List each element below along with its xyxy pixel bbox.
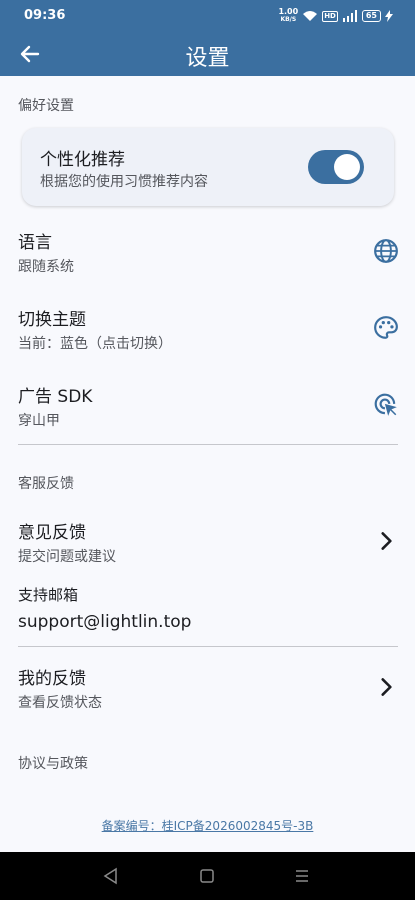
page-title: 设置 [185, 46, 230, 71]
divider [18, 646, 398, 647]
theme-title: 切换主题 [18, 310, 86, 330]
network-speed: 1.00 KB/S [278, 7, 299, 24]
feedback-item[interactable]: 意见反馈 提交问题或建议 [0, 510, 415, 578]
toggle-knob [334, 154, 360, 180]
section-header-policies: 协议与政策 [18, 756, 88, 772]
my-feedback-title: 我的反馈 [18, 669, 86, 689]
globe-icon [374, 239, 398, 263]
battery-level: 65 [361, 10, 381, 22]
ads-click-icon [374, 393, 397, 416]
personalized-recommendation-toggle[interactable] [308, 150, 364, 184]
status-icons: 1.00 KB/S HD 65 [278, 8, 393, 24]
theme-subtitle: 当前：蓝色（点击切换） [18, 336, 172, 352]
section-header-preferences: 偏好设置 [18, 98, 74, 114]
section-header-customer-service: 客服反馈 [18, 476, 74, 492]
divider [18, 444, 398, 445]
personalized-recommendation-card: 个性化推荐 根据您的使用习惯推荐内容 [22, 128, 394, 206]
language-setting[interactable]: 语言 跟随系统 [0, 220, 415, 288]
personalized-recommendation-subtitle: 根据您的使用习惯推荐内容 [40, 174, 208, 190]
chevron-right-icon [381, 678, 392, 696]
feedback-subtitle: 提交问题或建议 [18, 549, 116, 565]
language-subtitle: 跟随系统 [18, 259, 74, 275]
system-navigation-bar [0, 852, 415, 900]
ad-sdk-subtitle: 穿山甲 [18, 413, 60, 429]
ad-sdk-setting[interactable]: 广告 SDK 穿山甲 [0, 374, 415, 442]
nav-recents-icon[interactable] [292, 866, 312, 886]
feedback-title: 意见反馈 [18, 523, 86, 543]
language-title: 语言 [18, 233, 52, 253]
status-bar: 09:36 1.00 KB/S HD 65 [0, 0, 415, 32]
my-feedback-subtitle: 查看反馈状态 [18, 695, 102, 711]
chevron-right-icon [381, 532, 392, 550]
support-email-label: 支持邮箱 [18, 586, 79, 604]
app-bar: 设置 [0, 32, 415, 76]
personalized-recommendation-title: 个性化推荐 [40, 150, 125, 170]
theme-setting[interactable]: 切换主题 当前：蓝色（点击切换） [0, 297, 415, 365]
charging-icon [385, 10, 393, 22]
icp-record-link[interactable]: 备案编号：桂ICP备2026002845号-3B [0, 817, 415, 834]
palette-icon [374, 316, 398, 339]
nav-back-icon[interactable] [101, 866, 121, 886]
hd-badge: HD [322, 10, 338, 22]
wifi-icon [303, 11, 318, 21]
my-feedback-item[interactable]: 我的反馈 查看反馈状态 [0, 656, 415, 724]
signal-icon [342, 10, 357, 22]
nav-home-icon[interactable] [197, 866, 217, 886]
status-time: 09:36 [24, 8, 66, 23]
support-email[interactable]: support@lightlin.top [18, 612, 191, 632]
ad-sdk-title: 广告 SDK [18, 387, 93, 407]
